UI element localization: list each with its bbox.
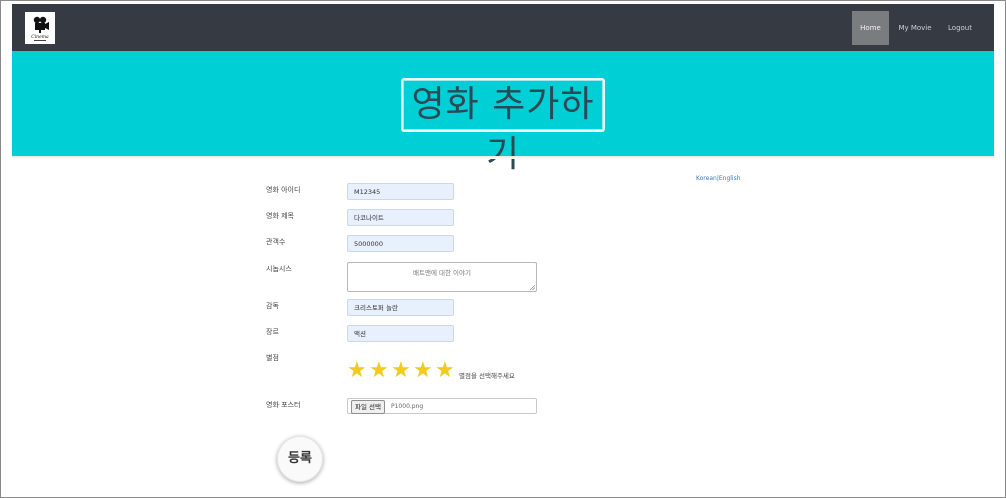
- navbar: Cinema Home My Movie Logout: [12, 4, 994, 51]
- synopsis-textarea[interactable]: 배트맨에 대한 이야기: [347, 262, 537, 292]
- lang-korean-link[interactable]: Korean: [696, 175, 717, 182]
- poster-file-input[interactable]: 파일 선택 P1000.png: [347, 398, 537, 414]
- page-title: 영화 추가하기: [401, 78, 605, 175]
- lang-english-link[interactable]: English: [719, 175, 741, 182]
- star-rating: ★ ★ ★ ★ ★: [347, 360, 457, 382]
- logo-text: Cinema: [31, 34, 49, 40]
- star-icon[interactable]: ★: [435, 360, 457, 382]
- site-logo[interactable]: Cinema: [25, 12, 55, 44]
- director-input[interactable]: 크리스토퍼 놀란: [347, 299, 454, 316]
- rating-label: 별점: [266, 354, 279, 362]
- poster-label: 영화 포스터: [266, 401, 301, 409]
- resize-handle-icon[interactable]: [530, 285, 535, 290]
- movie-title-input[interactable]: 다코나이트: [347, 209, 454, 226]
- genre-label: 장르: [266, 328, 279, 336]
- rating-hint: 별점을 선택해주세요: [459, 372, 515, 380]
- movie-title-label: 영화 제목: [266, 212, 294, 220]
- choose-file-button[interactable]: 파일 선택: [351, 400, 385, 414]
- file-name-text: P1000.png: [391, 403, 424, 410]
- movie-id-label: 영화 아이디: [266, 186, 301, 194]
- audience-label: 관객수: [266, 238, 286, 246]
- director-label: 감독: [266, 302, 279, 310]
- star-icon[interactable]: ★: [391, 360, 413, 382]
- hero-banner: 영화 추가하기: [12, 51, 994, 175]
- language-switcher: Korean|English: [696, 175, 741, 182]
- synopsis-placeholder: 배트맨에 대한 이야기: [413, 269, 471, 277]
- star-icon[interactable]: ★: [413, 360, 435, 382]
- nav-home[interactable]: Home: [852, 11, 889, 45]
- synopsis-label: 시놉시스: [266, 265, 292, 273]
- star-icon[interactable]: ★: [369, 360, 391, 382]
- nav-my-movie[interactable]: My Movie: [894, 11, 936, 45]
- camera-logo-icon: Cinema: [31, 16, 49, 41]
- hero-shadow: [12, 156, 994, 159]
- audience-input[interactable]: 5000000: [347, 235, 454, 252]
- nav-logout[interactable]: Logout: [942, 11, 978, 45]
- submit-button[interactable]: 등록: [277, 436, 323, 482]
- star-icon[interactable]: ★: [347, 360, 369, 382]
- movie-id-input[interactable]: M12345: [347, 183, 454, 200]
- genre-input[interactable]: 액션: [347, 325, 454, 342]
